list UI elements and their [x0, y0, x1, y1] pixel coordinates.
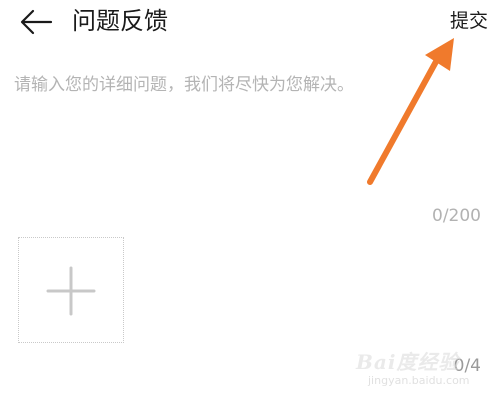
character-counter: 0/200	[432, 206, 481, 226]
image-counter: 0/4	[453, 356, 481, 376]
plus-icon	[46, 266, 96, 316]
add-image-button[interactable]	[18, 237, 124, 343]
submit-button[interactable]: 提交	[450, 6, 488, 36]
watermark-brand: Bai度经验	[356, 350, 460, 374]
feedback-input[interactable]	[12, 70, 484, 214]
header-bar: 问题反馈 提交	[0, 0, 500, 48]
back-button[interactable]	[18, 8, 54, 36]
arrow-left-icon	[20, 9, 53, 35]
page-title: 问题反馈	[72, 7, 168, 35]
